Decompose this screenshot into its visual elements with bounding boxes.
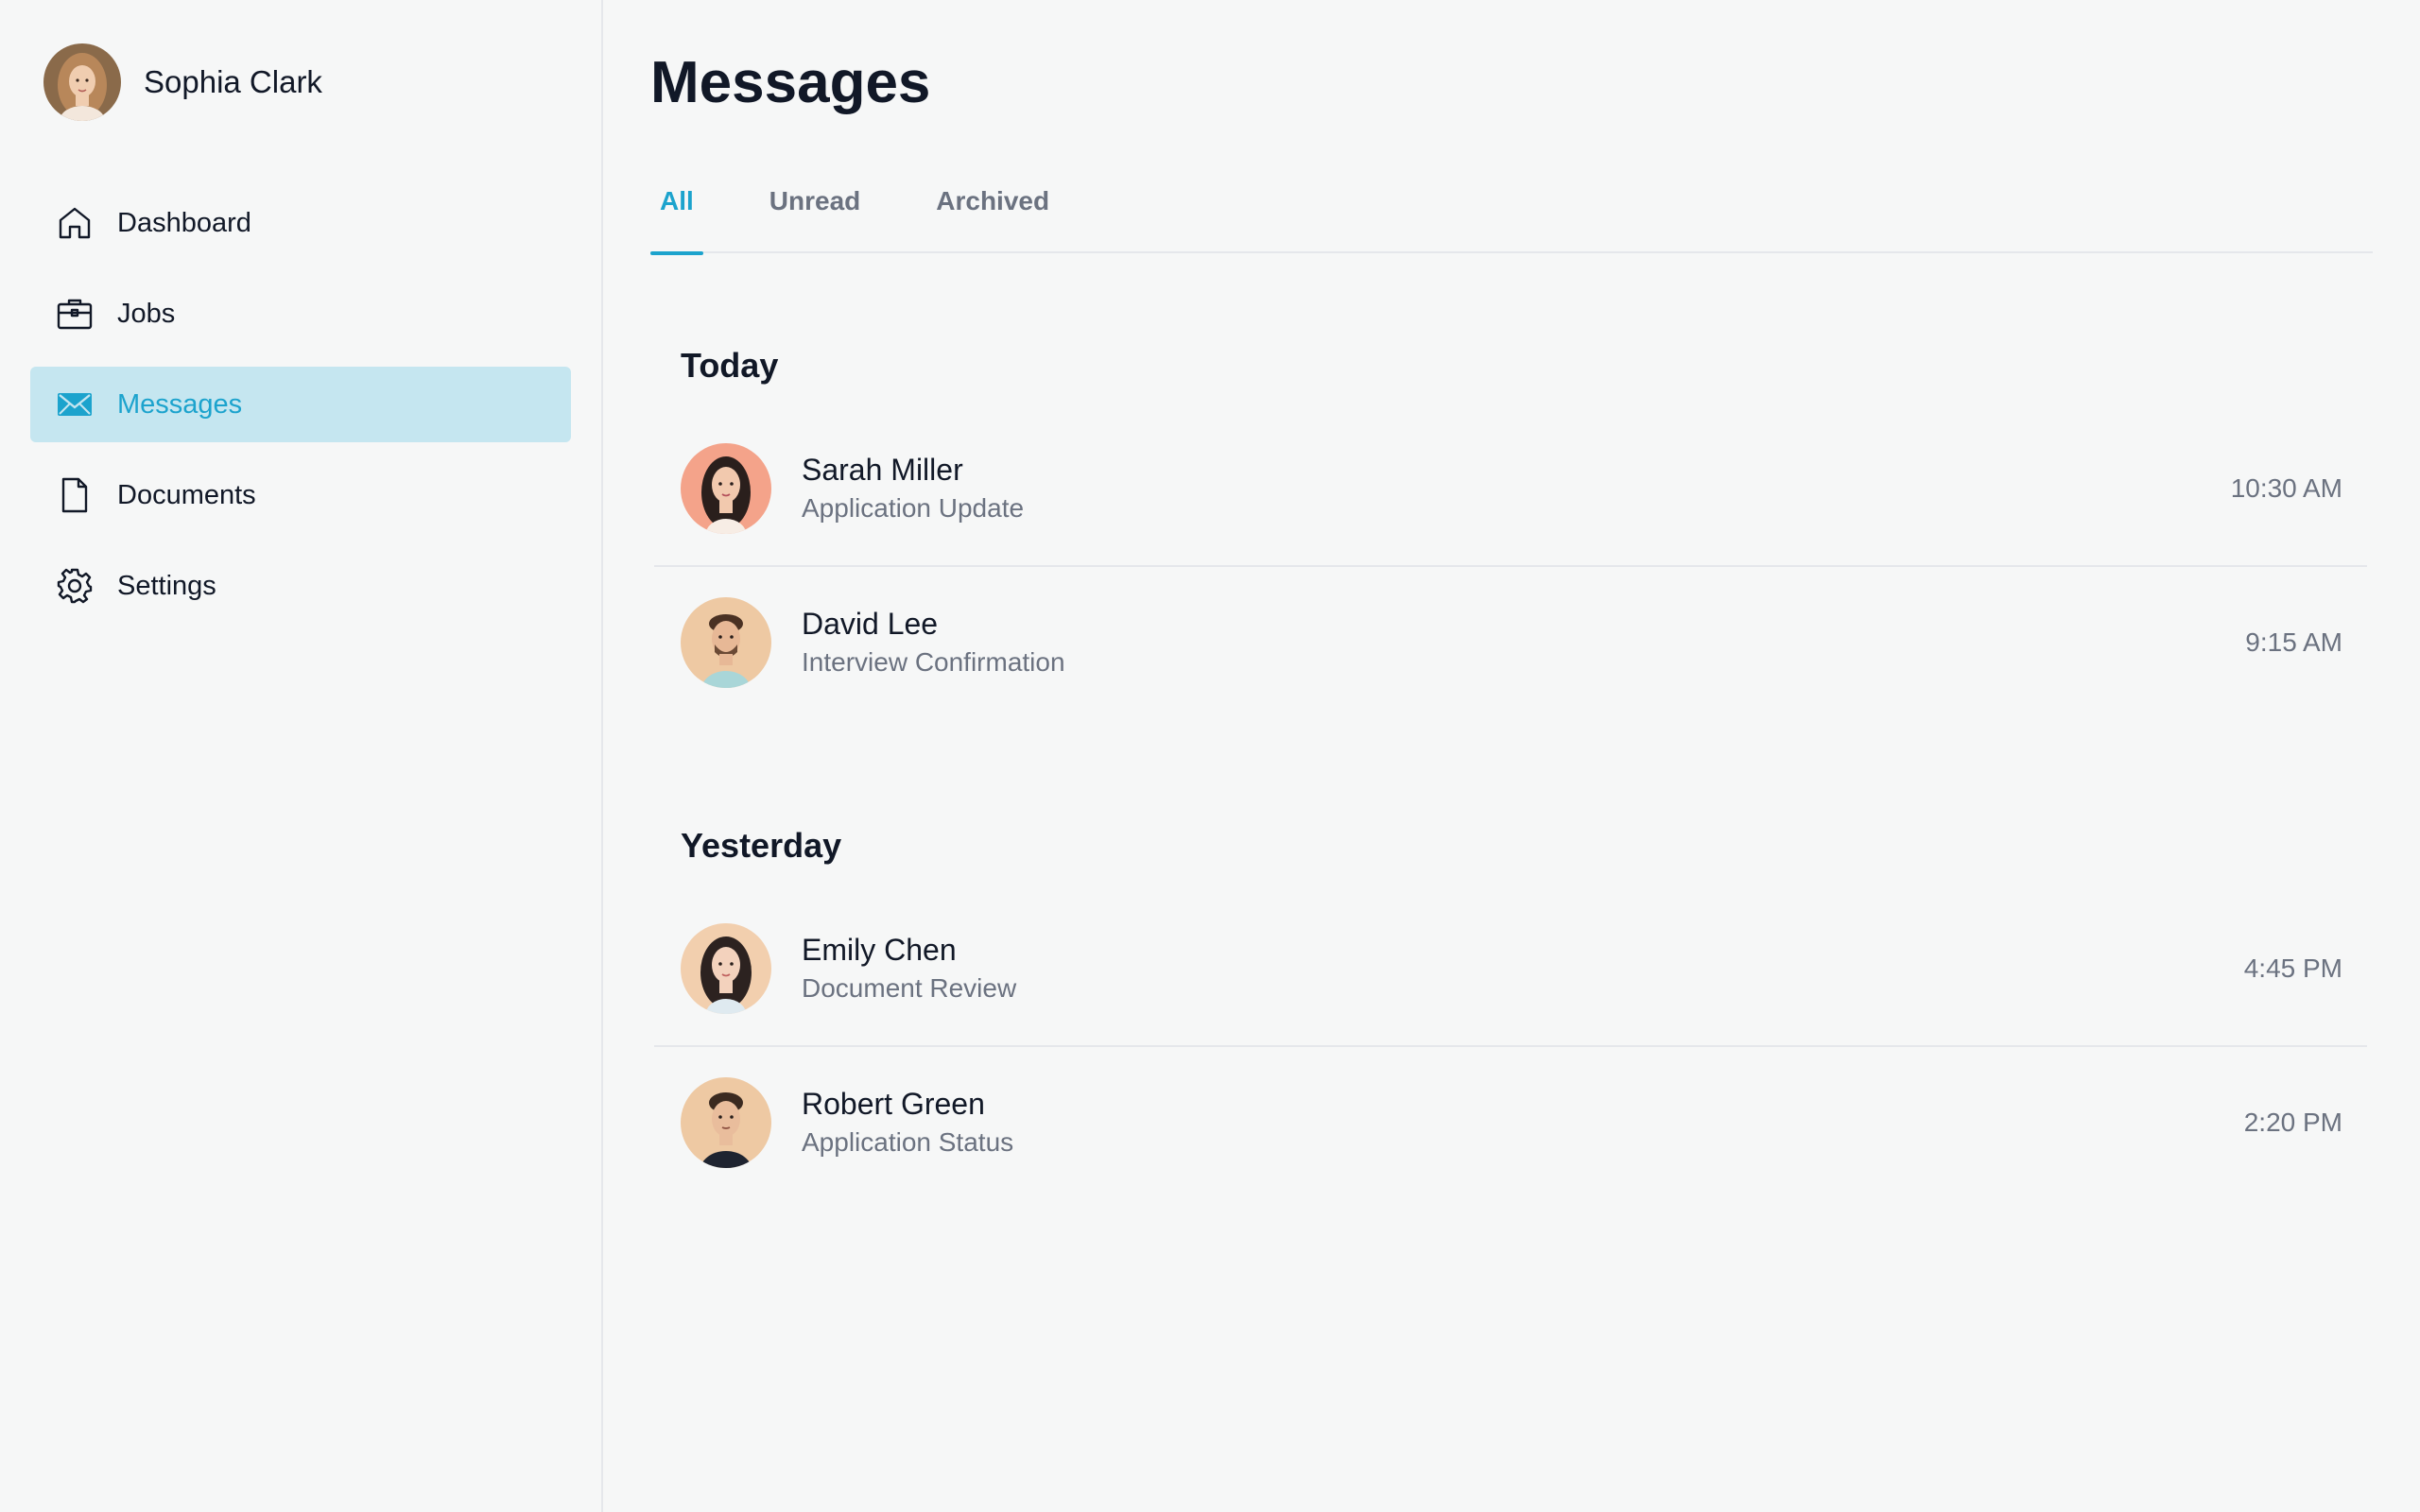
message-time: 10:30 AM <box>2230 473 2342 503</box>
sidebar-item-settings[interactable]: Settings <box>30 548 571 624</box>
message-time: 9:15 AM <box>2245 627 2342 657</box>
message-tabs: All Unread Archived <box>650 181 2373 255</box>
main-content: Messages All Unread Archived Today Sarah… <box>603 0 2420 1512</box>
sidebar-item-dashboard[interactable]: Dashboard <box>30 185 571 261</box>
message-list: Sarah Miller Application Update 10:30 AM <box>650 412 2373 718</box>
message-text: Robert Green Application Status <box>802 1084 2244 1161</box>
message-text: Sarah Miller Application Update <box>802 450 2231 527</box>
message-time: 4:45 PM <box>2243 954 2342 983</box>
sidebar-item-documents[interactable]: Documents <box>30 457 571 533</box>
message-text: Emily Chen Document Review <box>802 930 2244 1007</box>
sidebar-item-label: Dashboard <box>117 207 251 238</box>
user-name: Sophia Clark <box>144 64 322 99</box>
sender-name: Robert Green <box>802 1087 985 1121</box>
avatar <box>681 443 771 534</box>
message-list: Emily Chen Document Review 4:45 PM Rober… <box>650 892 2373 1198</box>
page-title: Messages <box>650 50 931 115</box>
sidebar-item-messages[interactable]: Messages <box>30 367 571 442</box>
user-avatar[interactable] <box>43 43 121 121</box>
avatar <box>681 597 771 688</box>
avatar <box>681 923 771 1014</box>
tab-all[interactable]: All <box>650 181 703 255</box>
avatar <box>681 1077 771 1168</box>
message-row[interactable]: Emily Chen Document Review 4:45 PM <box>650 892 2373 1045</box>
message-text: David Lee Interview Confirmation <box>802 604 2245 681</box>
section-yesterday: Yesterday Emily Chen Document Review 4:4… <box>650 822 2373 1198</box>
message-time: 2:20 PM <box>2243 1108 2342 1137</box>
sidebar-nav: Dashboard Jobs Messages Documents Settin… <box>0 185 601 624</box>
user-profile[interactable]: Sophia Clark <box>0 43 601 121</box>
message-row[interactable]: David Lee Interview Confirmation 9:15 AM <box>654 565 2367 718</box>
sidebar-item-label: Messages <box>117 388 243 420</box>
message-subject: Application Update <box>802 493 1025 523</box>
briefcase-icon <box>55 294 95 334</box>
sidebar-item-jobs[interactable]: Jobs <box>30 276 571 352</box>
section-title: Today <box>681 346 779 385</box>
message-row[interactable]: Robert Green Application Status 2:20 PM <box>654 1045 2367 1198</box>
sidebar-item-label: Documents <box>117 479 256 510</box>
section-title: Yesterday <box>681 826 842 865</box>
envelope-icon <box>55 385 95 424</box>
message-subject: Application Status <box>802 1127 1014 1157</box>
home-icon <box>55 203 95 243</box>
message-row[interactable]: Sarah Miller Application Update 10:30 AM <box>650 412 2373 565</box>
document-icon <box>55 475 95 515</box>
section-today: Today Sarah Miller Application Update 10… <box>650 342 2373 718</box>
gear-icon <box>55 566 95 606</box>
sidebar-item-label: Settings <box>117 570 216 601</box>
sender-name: Sarah Miller <box>802 453 963 487</box>
tab-unread[interactable]: Unread <box>760 181 870 253</box>
sender-name: Emily Chen <box>802 933 957 967</box>
message-subject: Document Review <box>802 973 1017 1003</box>
tab-archived[interactable]: Archived <box>926 181 1059 253</box>
sidebar: Sophia Clark Dashboard Jobs Messages Doc… <box>0 0 603 1512</box>
sidebar-item-label: Jobs <box>117 298 176 329</box>
message-subject: Interview Confirmation <box>802 647 1065 677</box>
sender-name: David Lee <box>802 607 939 641</box>
